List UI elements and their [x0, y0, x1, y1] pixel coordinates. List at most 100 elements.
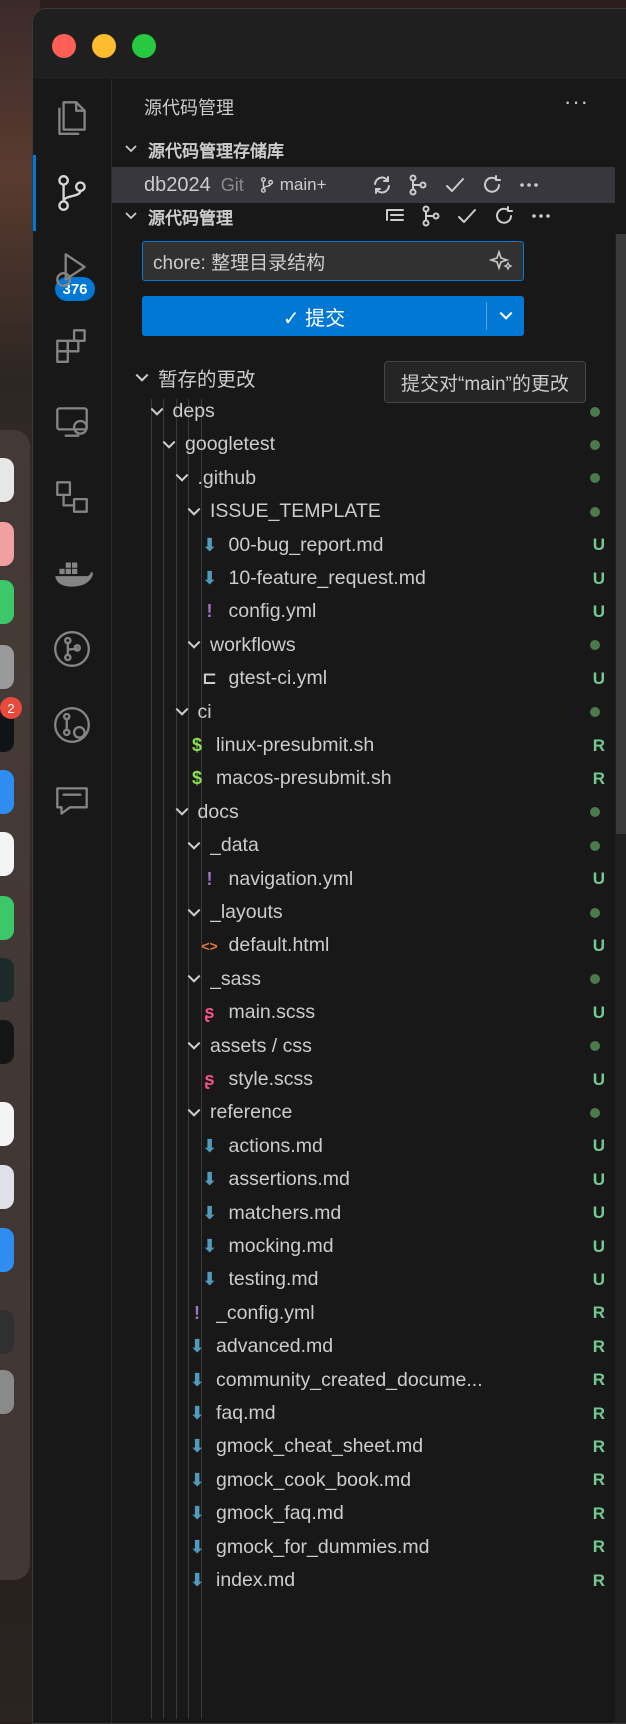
refresh-icon[interactable] [491, 203, 517, 229]
git-graph-icon[interactable] [33, 611, 111, 687]
dock-trash-icon[interactable] [0, 1370, 14, 1414]
sparkle-icon[interactable] [488, 249, 513, 278]
commit-check-icon[interactable] [442, 172, 468, 198]
tree-folder-row[interactable]: reference [112, 1096, 615, 1129]
tree-file-row[interactable]: ⬇ gmock_cook_book.md R [112, 1464, 615, 1497]
tree-file-row[interactable]: ⬇ index.md R [112, 1564, 615, 1597]
tree-file-row[interactable]: ! navigation.yml U [112, 863, 615, 896]
repo-more-icon[interactable] [516, 172, 542, 198]
tree-file-row[interactable]: ⬇ gmock_for_dummies.md R [112, 1531, 615, 1564]
close-window-button[interactable] [52, 34, 76, 58]
minimize-window-button[interactable] [92, 34, 116, 58]
dock-app-icon[interactable] [0, 1165, 14, 1209]
zoom-window-button[interactable] [132, 34, 156, 58]
tree-folder-row[interactable]: .github [112, 462, 615, 495]
tree-folder-row[interactable]: _sass [112, 963, 615, 996]
tree-folder-row[interactable]: ISSUE_TEMPLATE [112, 495, 615, 528]
scm-more-icon[interactable] [528, 203, 554, 229]
commit-check-icon[interactable] [454, 203, 480, 229]
tree-file-row[interactable]: ⬇ mocking.md U [112, 1230, 615, 1263]
dock-app-icon[interactable] [0, 458, 14, 502]
sync-icon[interactable] [369, 172, 395, 198]
tree-file-row[interactable]: $ linux-presubmit.sh R [112, 729, 615, 762]
refresh-icon[interactable] [479, 172, 505, 198]
tree-file-row[interactable]: ʂ main.scss U [112, 996, 615, 1029]
markdown-file-icon: ⬇ [201, 534, 218, 555]
dock-app-icon[interactable] [0, 580, 14, 624]
tree-file-row[interactable]: ʂ style.scss U [112, 1063, 615, 1096]
tree-file-row[interactable]: ⬇ matchers.md U [112, 1197, 615, 1230]
tree-file-row[interactable]: ! config.yml U [112, 595, 615, 628]
title-bar [33, 9, 626, 80]
graph-icon[interactable] [418, 203, 444, 229]
commit-dropdown-button[interactable] [487, 296, 524, 336]
run-debug-icon[interactable] [33, 231, 111, 307]
source-control-icon[interactable] [33, 155, 111, 231]
tree-folder-row[interactable]: _data [112, 829, 615, 862]
docker-icon[interactable] [33, 535, 111, 611]
tree-file-row[interactable]: <> default.html U [112, 929, 615, 962]
tree-file-row[interactable]: ⊏ gtest-ci.yml U [112, 662, 615, 695]
chevron-down-icon [125, 145, 137, 153]
dock-app-icon[interactable] [0, 1020, 14, 1064]
tree-file-row[interactable]: ⬇ testing.md U [112, 1263, 615, 1296]
file-status-badge: R [592, 1436, 605, 1456]
tree-file-row[interactable]: ⬇ community_created_docume... R [112, 1364, 615, 1397]
graph-icon[interactable] [405, 172, 431, 198]
file-status-badge: R [592, 1470, 605, 1490]
tree-file-row[interactable]: ⬇ actions.md U [112, 1130, 615, 1163]
dock-app-icon[interactable] [0, 522, 14, 566]
git-history-icon[interactable] [33, 687, 111, 763]
tree-file-row[interactable]: ⬇ advanced.md R [112, 1330, 615, 1363]
commit-button-group: ✓ 提交 [142, 296, 524, 336]
sidebar-more-actions-button[interactable]: ··· [564, 89, 589, 115]
markdown-file-icon: ⬇ [201, 1135, 218, 1156]
explorer-icon[interactable] [33, 79, 111, 155]
containers-icon[interactable] [33, 459, 111, 535]
tree-file-row[interactable]: ⬇ 10-feature_request.md U [112, 562, 615, 595]
chevron-down-icon [150, 407, 163, 416]
tree-folder-row[interactable]: workflows [112, 629, 615, 662]
dock-app-icon[interactable] [0, 1228, 14, 1272]
tree-file-row[interactable]: ⬇ assertions.md U [112, 1163, 615, 1196]
tree-file-row[interactable]: ⬇ gmock_cheat_sheet.md R [112, 1430, 615, 1463]
file-status-badge: R [592, 1403, 605, 1423]
tree-folder-row[interactable]: docs [112, 796, 615, 829]
dock-app-icon[interactable] [0, 1102, 14, 1146]
dock-app-icon[interactable] [0, 770, 14, 814]
dock-app-icon[interactable] [0, 896, 14, 940]
dock-notification-badge: 2 [0, 697, 22, 719]
dock-app-icon[interactable] [0, 832, 14, 876]
commit-message-input[interactable] [153, 250, 483, 272]
commit-button[interactable]: ✓ 提交 [142, 296, 486, 336]
repositories-section-header[interactable]: 源代码管理存储库 [112, 134, 626, 164]
dock-app-icon[interactable] [0, 645, 14, 689]
chevron-down-icon [499, 311, 512, 320]
view-as-tree-icon[interactable] [382, 203, 408, 229]
tree-item-label: reference [210, 1101, 293, 1124]
file-status-badge: R [592, 1336, 605, 1356]
dock-app-icon[interactable] [0, 1310, 14, 1354]
dock-app-icon[interactable] [0, 958, 14, 1002]
tree-file-row[interactable]: $ macos-presubmit.sh R [112, 762, 615, 795]
remote-explorer-icon[interactable] [33, 383, 111, 459]
yaml-file-icon: ! [206, 868, 213, 889]
tree-file-row[interactable]: ⬇ 00-bug_report.md U [112, 529, 615, 562]
comments-icon[interactable] [33, 763, 111, 839]
tree-folder-row[interactable]: _layouts [112, 896, 615, 929]
tree-file-row[interactable]: ! _config.yml R [112, 1297, 615, 1330]
sidebar-scrollbar-thumb[interactable] [616, 234, 626, 834]
chevron-down-icon [175, 808, 188, 817]
html-file-icon: <> [201, 937, 218, 954]
markdown-file-icon: ⬇ [201, 1236, 218, 1256]
markdown-file-icon: ⬇ [189, 1503, 205, 1524]
extensions-icon[interactable] [33, 307, 111, 383]
tree-folder-row[interactable]: googletest [112, 428, 615, 461]
activity-bar: 376 [33, 79, 112, 1723]
tree-folder-row[interactable]: assets / css [112, 1030, 615, 1063]
tree-file-row[interactable]: ⬇ faq.md R [112, 1397, 615, 1430]
file-status-badge: U [592, 1136, 605, 1156]
tree-file-row[interactable]: ⬇ gmock_faq.md R [112, 1497, 615, 1530]
branch-picker[interactable]: main+ [258, 175, 327, 195]
tree-folder-row[interactable]: ci [112, 696, 615, 729]
